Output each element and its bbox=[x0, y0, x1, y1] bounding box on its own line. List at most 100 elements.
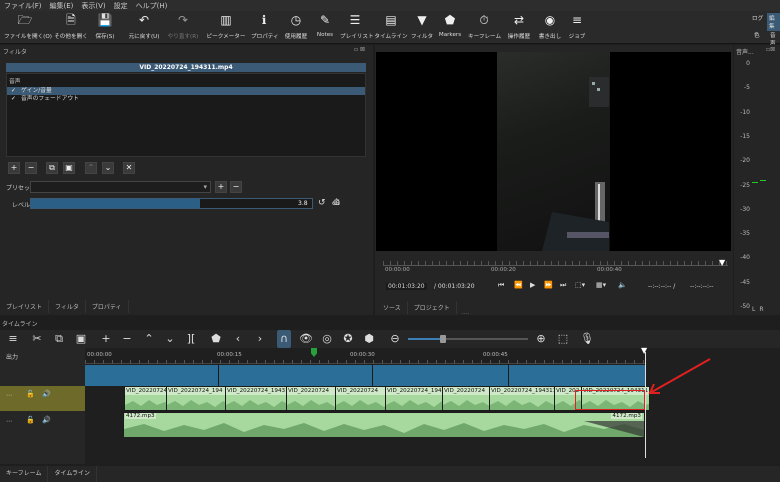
save-preset-button[interactable]: + bbox=[215, 181, 227, 193]
play-icon[interactable]: ▶ bbox=[530, 281, 535, 289]
paste-filter-button[interactable]: ▣ bbox=[63, 162, 75, 174]
marker-icon[interactable]: ⬟ bbox=[209, 330, 223, 348]
markers-button[interactable]: ⬟ Markers bbox=[437, 13, 463, 38]
menu-icon[interactable]: ≡ bbox=[6, 330, 20, 348]
playlist-button[interactable]: ☰ プレイリスト bbox=[340, 13, 374, 40]
copy-icon[interactable]: ⧉ bbox=[52, 330, 66, 348]
volume-icon[interactable]: 🔈 bbox=[618, 281, 627, 289]
skip-next-icon[interactable]: ⏭ bbox=[560, 281, 566, 290]
rewind-icon[interactable]: ⏪ bbox=[514, 281, 523, 289]
audio-track-header[interactable]: ⋯ 🔓 🔊 bbox=[0, 412, 85, 437]
video-clip[interactable]: VID_20220724 bbox=[442, 386, 490, 411]
open-other-button[interactable]: 🗎 その他を開く bbox=[54, 13, 88, 40]
timeline-ruler[interactable]: 00:00:00 00:00:15 00:00:30 00:00:45 bbox=[85, 352, 645, 364]
ripple-all-icon[interactable]: ✪ bbox=[341, 330, 355, 348]
lock-icon[interactable]: 🔓 bbox=[26, 390, 35, 398]
check-icon[interactable]: ✓ bbox=[11, 87, 21, 95]
zoom-out-icon[interactable]: ⊖ bbox=[388, 330, 402, 348]
mute-icon[interactable]: 🔊 bbox=[42, 390, 51, 398]
zoom-slider-handle[interactable] bbox=[440, 335, 446, 343]
layout-edit[interactable]: 編集 bbox=[767, 13, 780, 31]
fast-forward-icon[interactable]: ⏩ bbox=[544, 281, 553, 289]
zoom-in-icon[interactable]: ⊕ bbox=[534, 330, 548, 348]
current-time-field[interactable]: 00:01:03:20 bbox=[386, 283, 427, 290]
lock-icon[interactable]: 🔓 bbox=[26, 416, 35, 424]
video-track-header[interactable]: ⋯ 🔓 🔊 bbox=[0, 386, 85, 411]
next-marker-icon[interactable]: › bbox=[253, 330, 267, 348]
tab-keyframes[interactable]: キーフレーム bbox=[0, 466, 49, 482]
level-slider[interactable]: 3.8 dB bbox=[30, 198, 340, 209]
scrub-icon[interactable]: 👁 bbox=[299, 330, 313, 348]
paste-icon[interactable]: ▣ bbox=[74, 330, 88, 348]
video-clip[interactable]: VID_20220724 bbox=[335, 386, 386, 411]
video-clip[interactable]: VID_20220724_194 bbox=[385, 386, 443, 411]
copy-filter-button[interactable]: ⧉ bbox=[46, 162, 58, 174]
zoom-slider[interactable] bbox=[408, 335, 528, 343]
tab-filters[interactable]: フィルタ bbox=[49, 300, 86, 313]
panel-float-close-icon[interactable]: ▫ ⊠ bbox=[354, 46, 365, 53]
track-menu-icon[interactable]: ⋯ bbox=[6, 418, 12, 425]
record-audio-icon[interactable]: 🎙 bbox=[580, 330, 594, 348]
video-clip[interactable]: VID_20220724_19431 bbox=[225, 386, 287, 411]
layout-color[interactable]: 色 bbox=[754, 31, 760, 39]
zoom-icon[interactable]: ⬚▾ bbox=[575, 281, 585, 289]
filter-item-gain[interactable]: ✓ ゲイン/音量 bbox=[7, 87, 365, 95]
lift-icon[interactable]: ⌃ bbox=[142, 330, 156, 348]
video-clip[interactable]: VID_20220724 bbox=[124, 386, 167, 411]
tab-source[interactable]: ソース bbox=[377, 301, 408, 314]
remove-icon[interactable]: − bbox=[120, 330, 134, 348]
level-spinbox[interactable]: 3.8 dB bbox=[276, 200, 340, 207]
overwrite-icon[interactable]: ⌄ bbox=[163, 330, 177, 348]
menu-settings[interactable]: 設定 bbox=[110, 1, 132, 11]
jobs-button[interactable]: ≡ ジョブ bbox=[566, 13, 588, 40]
player-ruler[interactable]: 00:00:00 00:00:20 00:00:40 ▼ bbox=[383, 258, 728, 277]
cut-icon[interactable]: ✂ bbox=[30, 330, 44, 348]
timeline-playhead-icon[interactable]: ▼ bbox=[641, 346, 647, 355]
video-clip[interactable]: VID_20220724_194311 bbox=[489, 386, 555, 411]
tab-project[interactable]: プロジェクト bbox=[408, 301, 457, 314]
recent-button[interactable]: ◷ 使用履歴 bbox=[282, 13, 310, 40]
grid-icon[interactable]: ▦▾ bbox=[596, 281, 606, 289]
tab-properties[interactable]: プロパティ bbox=[86, 300, 129, 313]
layout-log[interactable]: ログ bbox=[752, 14, 763, 22]
append-icon[interactable]: + bbox=[99, 330, 113, 348]
filter-item-fade-out[interactable]: ✓ 音声のフェードアウト bbox=[7, 95, 365, 103]
menu-view[interactable]: 表示(V) bbox=[77, 1, 109, 11]
undo-button[interactable]: ↶ 元に戻す(U) bbox=[126, 13, 162, 40]
video-clip[interactable]: VID_20220724 bbox=[286, 386, 336, 411]
track-menu-icon[interactable]: ⋯ bbox=[6, 392, 12, 399]
tab-playlist[interactable]: プレイリスト bbox=[0, 300, 50, 313]
delete-preset-button[interactable]: − bbox=[230, 181, 242, 193]
video-clip[interactable]: VID_20220724_194 bbox=[166, 386, 226, 411]
keyframes-button[interactable]: ⏱ キーフレーム bbox=[468, 13, 501, 40]
check-icon[interactable]: ✓ bbox=[11, 95, 21, 103]
keyframe-stopwatch-icon[interactable]: ⏱ bbox=[333, 198, 340, 208]
peak-meter-button[interactable]: ▥ ピークメーター bbox=[206, 13, 246, 40]
audio-clip[interactable]: 4172.mp3 4172.mp3 bbox=[123, 412, 645, 437]
previous-marker-icon[interactable]: ‹ bbox=[231, 330, 245, 348]
playhead-icon[interactable]: ▼ bbox=[719, 258, 725, 267]
snap-icon[interactable]: ∩ bbox=[277, 330, 291, 348]
zoom-fit-icon[interactable]: ⬚ bbox=[556, 330, 570, 348]
move-down-button[interactable]: ⌄ bbox=[102, 162, 114, 174]
splitter-handle[interactable]: ···· bbox=[462, 311, 470, 318]
menu-edit[interactable]: 編集(E) bbox=[46, 1, 78, 11]
redo-button[interactable]: ↷ やり直す(R) bbox=[166, 13, 200, 40]
remove-filter-button[interactable]: − bbox=[25, 162, 37, 174]
timeline-button[interactable]: ▤ タイムライン bbox=[374, 13, 408, 40]
export-button[interactable]: ◉ 書き出し bbox=[537, 13, 563, 40]
panel-float-close-icon[interactable]: ▫⊠ bbox=[766, 46, 775, 53]
skip-previous-icon[interactable]: ⏮ bbox=[498, 281, 504, 290]
menu-file[interactable]: ファイル(F) bbox=[0, 1, 46, 11]
ripple-icon[interactable]: ◎ bbox=[320, 330, 334, 348]
add-filter-button[interactable]: + bbox=[8, 162, 20, 174]
deselect-filter-button[interactable]: ✕ bbox=[123, 162, 135, 174]
move-up-button[interactable]: ⌃ bbox=[85, 162, 97, 174]
tab-timeline[interactable]: タイムライン bbox=[48, 466, 98, 482]
notes-button[interactable]: ✎ Notes bbox=[314, 13, 336, 38]
preset-select[interactable]: ▾ bbox=[30, 181, 211, 193]
filters-button[interactable]: ▼ フィルタ bbox=[410, 13, 434, 40]
split-icon[interactable]: ][ bbox=[184, 330, 198, 348]
mute-icon[interactable]: 🔊 bbox=[42, 416, 51, 424]
reset-icon[interactable]: ↺ bbox=[318, 198, 326, 208]
